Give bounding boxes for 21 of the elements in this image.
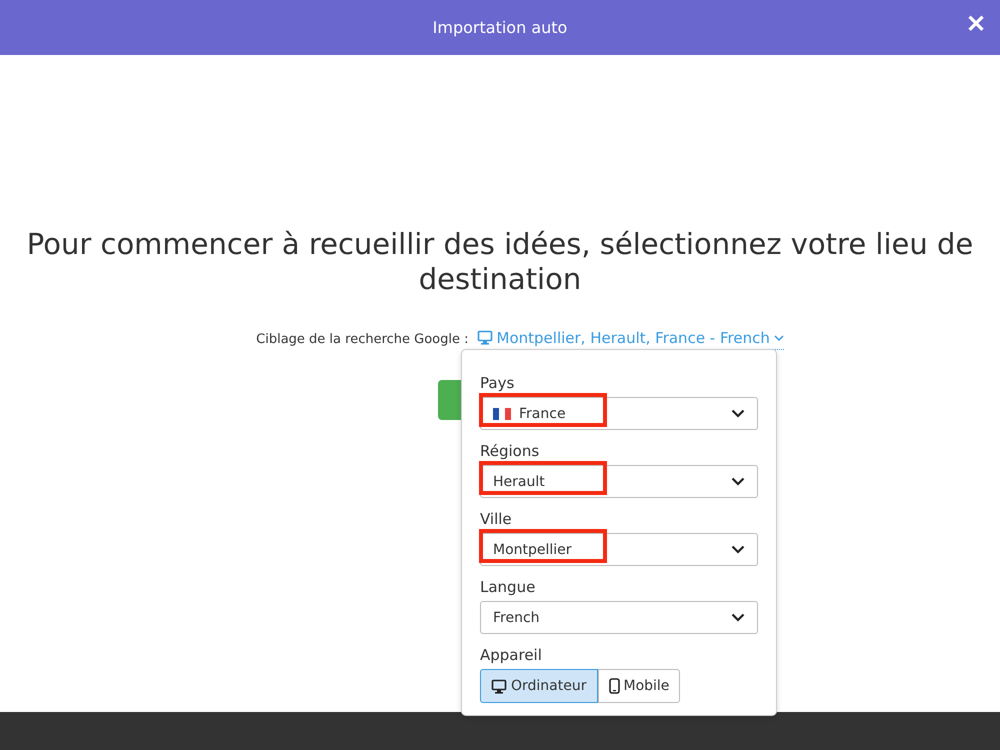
- monitor-icon: [491, 678, 507, 694]
- chevron-icon: [731, 545, 745, 554]
- device-option[interactable]: Mobile: [598, 669, 680, 703]
- monitor-icon: [476, 330, 493, 346]
- device-option[interactable]: Ordinateur: [480, 669, 598, 703]
- field-label: Régions: [480, 442, 540, 460]
- caret-icon: [774, 334, 784, 342]
- heading: Pour commencer à recueillir des idées, sélectionnez votre lieu de destination: [26, 227, 974, 297]
- field-label: Langue: [480, 578, 536, 596]
- targeting-label: Ciblage de la recherche Google :: [256, 332, 469, 347]
- field-label: Pays: [480, 374, 516, 392]
- close-button[interactable]: ✕: [962, 10, 990, 39]
- chevron-icon: [731, 409, 745, 418]
- chevron-icon: [731, 477, 745, 486]
- field-label: Ville: [480, 510, 513, 528]
- select-field[interactable]: French: [480, 601, 758, 634]
- chevron-icon: [731, 613, 745, 622]
- flag-icon: [493, 408, 511, 420]
- dialog-title: Importation auto: [432, 18, 568, 37]
- field-label: Appareil: [480, 646, 543, 664]
- phone-icon: [608, 678, 620, 694]
